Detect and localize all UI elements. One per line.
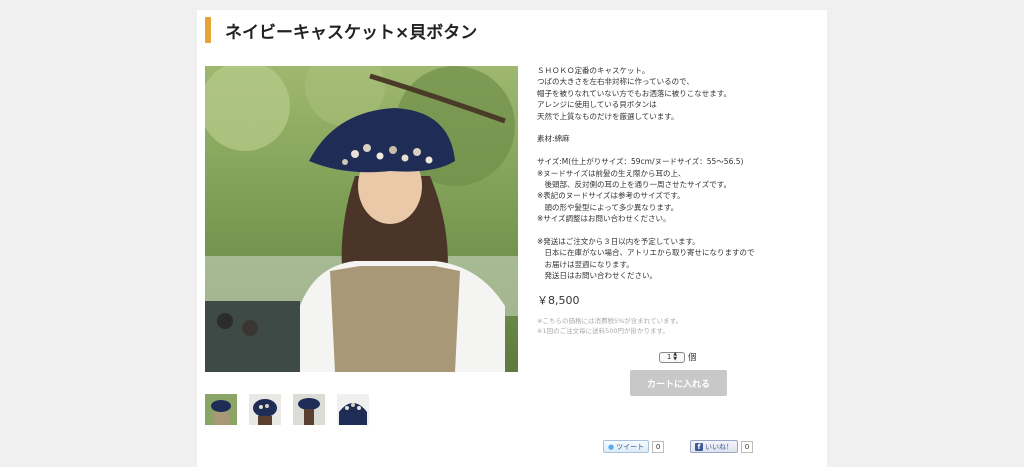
tax-note: ※こちらの価格には消費税5%が含まれています。 — [537, 317, 682, 325]
desc-spacer — [537, 145, 822, 156]
thumbnail-1[interactable] — [205, 394, 237, 425]
product-description: ＳＨＯＫＯ定番のキャスケット。 つばの大きさを左右非対称に作っているので、 帽子… — [537, 65, 822, 282]
thumbnail-2[interactable] — [249, 394, 281, 425]
desc-line: 発送日はお問い合わせください。 — [537, 271, 657, 281]
desc-line: 頭の形や髪型によって多少異なります。 — [537, 202, 679, 212]
product-title: ネイビーキャスケット×貝ボタン — [225, 22, 478, 43]
like-count: 0 — [741, 440, 753, 453]
title-accent-bar — [205, 17, 211, 43]
quantity-select[interactable]: 1 ▲ ▼ — [659, 351, 685, 363]
desc-line: 後頭部、反対側の耳の上を通り一周させたサイズです。 — [537, 180, 732, 190]
desc-line: つばの大きさを左右非対称に作っているので、 — [537, 77, 694, 87]
desc-line: アレンジに使用している貝ボタンは — [537, 100, 657, 110]
desc-size: サイズ:M(仕上がりサイズ：59cm/ヌードサイズ：55〜56.5) — [537, 157, 744, 167]
add-to-cart-button[interactable]: カートに入れる — [630, 370, 727, 396]
thumbnail-4[interactable] — [337, 394, 369, 425]
quantity-row: 1 ▲ ▼ 個 — [659, 351, 697, 363]
product-card: ネイビーキャスケット×貝ボタン ＳＨＯＫＯ定番のキャスケット。 つばの大きさを左… — [197, 10, 827, 467]
tweet-label: ツイート — [616, 442, 645, 451]
tweet-button[interactable]: ● ツイート — [603, 440, 650, 453]
desc-line: ＳＨＯＫＯ定番のキャスケット。 — [537, 66, 650, 75]
desc-line: 天然で上質なものだけを厳選しています。 — [537, 111, 679, 121]
twitter-bird-icon: ● — [608, 442, 615, 451]
price-notes: ※こちらの価格には消費税5%が含まれています。 ※1回のご注文毎に送料500円が… — [537, 316, 682, 336]
title-row: ネイビーキャスケット×貝ボタン — [205, 16, 477, 44]
thumbnail-3[interactable] — [293, 394, 325, 425]
desc-spacer — [537, 122, 822, 133]
main-product-photo[interactable] — [205, 66, 518, 372]
like-label: いいね！ — [705, 442, 733, 451]
desc-line: ※発送はご注文から３日以内を予定しています。 — [537, 237, 700, 247]
facebook-like-button[interactable]: f いいね！ — [690, 440, 738, 453]
shipping-note: ※1回のご注文毎に送料500円が掛かります。 — [537, 327, 669, 335]
quantity-value: 1 — [666, 353, 672, 361]
desc-spacer — [537, 225, 822, 236]
quantity-unit: 個 — [688, 353, 697, 363]
facebook-icon: f — [695, 442, 703, 451]
photo-illustration — [205, 66, 518, 372]
tweet-count: 0 — [652, 440, 665, 453]
like-widget: f いいね！ 0 — [690, 440, 753, 453]
desc-line: ※ヌードサイズは前髪の生え際から耳の上、 — [537, 168, 686, 178]
desc-line: 日本に在庫がない場合、アトリエから取り寄せになりますので — [537, 248, 755, 258]
tweet-widget: ● ツイート 0 — [603, 440, 665, 453]
desc-line: ※表記のヌードサイズは参考のサイズです。 — [537, 191, 685, 201]
thumbnail-strip — [205, 394, 369, 425]
desc-material: 素材:綿麻 — [537, 134, 570, 144]
select-arrows-icon: ▲ ▼ — [673, 351, 678, 362]
desc-line: お届けは翌週になります。 — [537, 259, 634, 269]
desc-line: ※サイズ調整はお問い合わせください。 — [537, 214, 671, 224]
desc-line: 帽子を被りなれていない方でもお洒落に被りこなせます。 — [537, 88, 732, 98]
product-price: ￥8,500 — [537, 294, 580, 307]
